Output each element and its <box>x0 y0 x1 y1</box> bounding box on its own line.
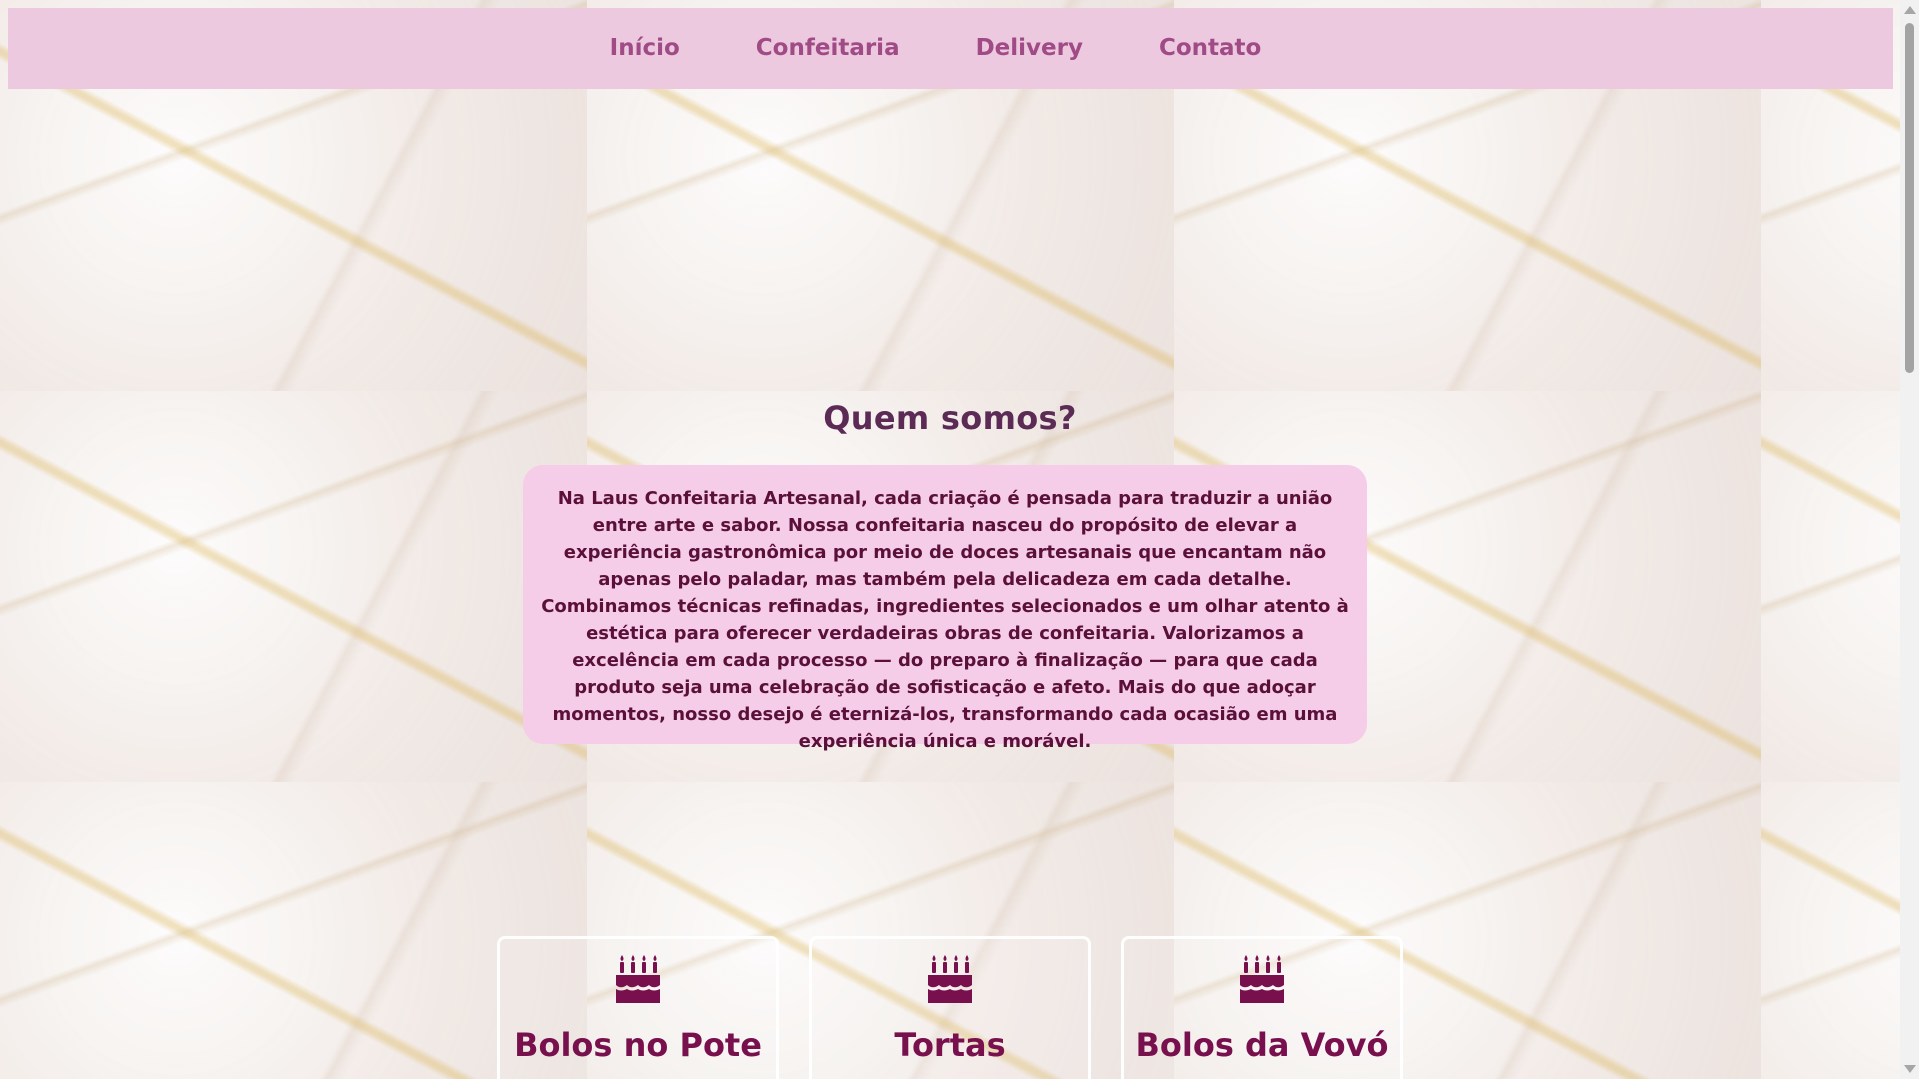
product-list: Bolos no Pote Tortas Bolos da Vovó <box>0 936 1900 1079</box>
about-title: Quem somos? <box>823 398 1077 437</box>
scroll-down-icon[interactable] <box>1904 1065 1916 1073</box>
cake-icon <box>1240 955 1284 1003</box>
page-scrollbar[interactable] <box>1900 0 1919 1079</box>
scroll-up-icon[interactable] <box>1904 6 1916 14</box>
about-card: Na Laus Confeitaria Artesanal, cada cria… <box>523 465 1367 752</box>
product-card-bolos-no-pote[interactable]: Bolos no Pote <box>497 936 779 1079</box>
cake-icon <box>616 955 660 1003</box>
product-title: Bolos no Pote <box>514 1026 762 1064</box>
scroll-thumb[interactable] <box>1905 23 1914 373</box>
about-text: Na Laus Confeitaria Artesanal, cada cria… <box>541 488 1349 752</box>
nav-link-delivery[interactable]: Delivery <box>976 37 1083 60</box>
nav-link-contato[interactable]: Contato <box>1159 37 1261 60</box>
product-title: Bolos da Vovó <box>1135 1026 1389 1064</box>
nav-link-inicio[interactable]: Início <box>610 37 680 60</box>
page: Início Confeitaria Delivery Contato Quem… <box>0 0 1900 1079</box>
product-card-tortas[interactable]: Tortas <box>809 936 1091 1079</box>
cake-icon <box>928 955 972 1003</box>
nav-link-confeitaria[interactable]: Confeitaria <box>756 37 900 60</box>
product-card-bolos-da-vovo[interactable]: Bolos da Vovó <box>1121 936 1403 1079</box>
product-title: Tortas <box>894 1026 1006 1064</box>
top-navbar: Início Confeitaria Delivery Contato <box>8 8 1893 89</box>
